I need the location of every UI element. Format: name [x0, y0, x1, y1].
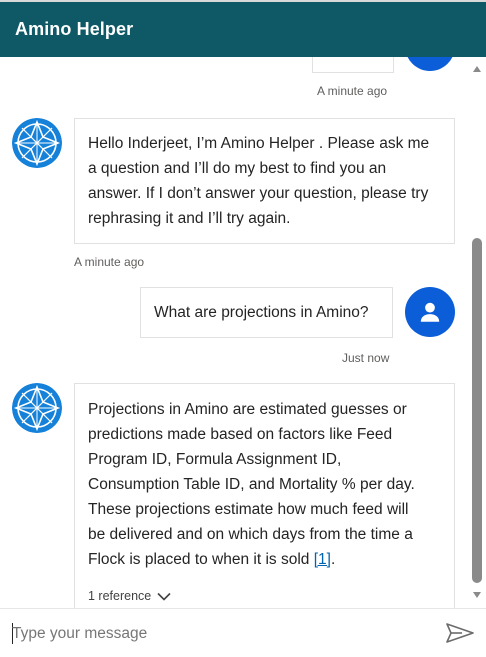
bot-message-line: rephrasing it and I’ll try again.	[88, 210, 291, 227]
bot-avatar	[12, 118, 62, 168]
references-toggle[interactable]: 1 reference	[88, 589, 171, 603]
user-avatar	[405, 57, 455, 71]
scrollbar-thumb[interactable]	[472, 238, 482, 583]
message-composer	[0, 608, 486, 657]
bot-message-line: a question and I’ll do my best to find y…	[88, 160, 387, 177]
chat-transcript[interactable]: A minute ago Hello Inderjeet, I’m Amino …	[0, 57, 486, 608]
citation-link[interactable]: [1]	[314, 551, 331, 568]
scroll-down-arrow-icon[interactable]	[473, 592, 481, 598]
bot-message-text: Flock is placed to when it is sold	[88, 551, 314, 568]
chevron-down-icon	[157, 592, 171, 601]
send-arrow-icon	[446, 623, 474, 643]
message-timestamp: Just now	[342, 351, 390, 365]
amino-star-logo-icon	[12, 383, 62, 433]
bot-message-bubble: Projections in Amino are estimated guess…	[74, 383, 455, 608]
bot-message-line: Flock is placed to when it is sold [1].	[88, 547, 441, 572]
references-label: 1 reference	[88, 589, 152, 603]
message-timestamp: A minute ago	[74, 255, 145, 269]
bot-message-line: Program ID, Formula Assignment ID,	[88, 451, 342, 468]
bot-message-line: answer. If I don’t answer your question,…	[88, 185, 429, 202]
person-icon	[417, 57, 443, 59]
bot-message-line: These projections estimate how much feed…	[88, 501, 409, 518]
chat-header: Amino Helper	[0, 0, 486, 57]
user-message-text: What are projections in Amino?	[154, 304, 369, 321]
message-timestamp: A minute ago	[317, 84, 388, 98]
user-message-bubble: What are projections in Amino?	[140, 287, 393, 338]
amino-star-logo-icon	[12, 118, 62, 168]
bot-message-line: Projections in Amino are estimated guess…	[88, 401, 407, 418]
bot-message-line: be delivered and on which days from the …	[88, 526, 413, 543]
bot-avatar	[12, 383, 62, 433]
message-input[interactable]	[12, 622, 432, 646]
bot-message-line: Consumption Table ID, and Mortality % pe…	[88, 476, 415, 493]
send-button[interactable]	[445, 622, 477, 646]
bot-message-punctuation: .	[330, 551, 336, 568]
bot-message-bubble: Hello Inderjeet, I’m Amino Helper . Plea…	[74, 118, 455, 244]
bot-message-line: predictions made based on factors like F…	[88, 426, 393, 443]
bot-message-line: Hello Inderjeet, I’m Amino Helper . Plea…	[88, 135, 430, 152]
chat-title: Amino Helper	[15, 19, 134, 39]
user-message-bubble	[312, 57, 394, 73]
scroll-up-arrow-icon[interactable]	[473, 66, 481, 72]
person-icon	[420, 302, 440, 322]
transcript-scrollbar[interactable]	[471, 62, 483, 608]
user-avatar	[405, 287, 455, 337]
